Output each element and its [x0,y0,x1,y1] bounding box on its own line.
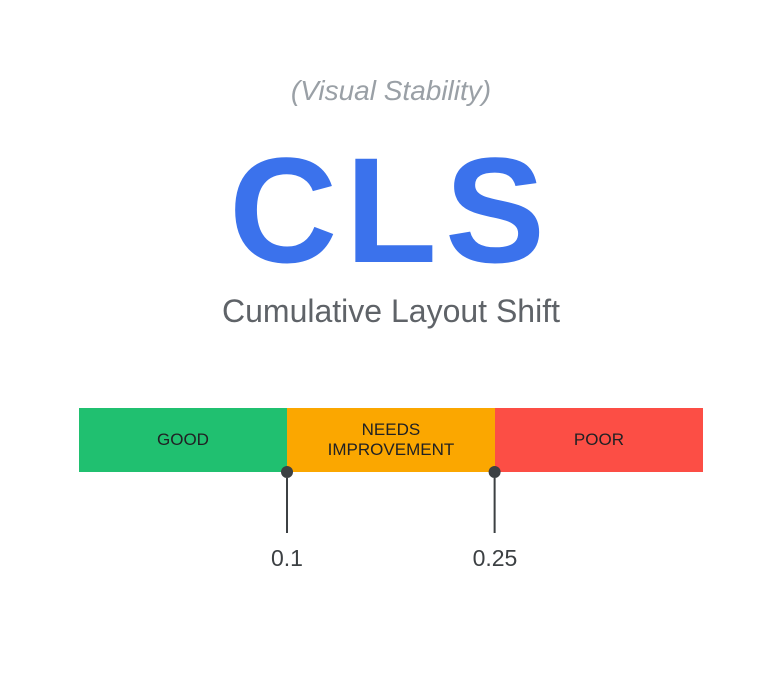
segment-needs-improvement: NEEDS IMPROVEMENT [287,408,495,472]
marker-dot-icon [281,466,293,478]
threshold-value-1: 0.1 [271,545,303,572]
threshold-marker-2: 0.25 [473,466,518,572]
metric-full-name: Cumulative Layout Shift [222,293,560,330]
threshold-scale: GOOD NEEDS IMPROVEMENT POOR 0.1 0.25 [79,408,703,562]
marker-line-icon [494,478,496,533]
marker-dot-icon [489,466,501,478]
segment-good: GOOD [79,408,287,472]
metric-category: (Visual Stability) [291,75,491,107]
metric-abbreviation: CLS [229,135,553,285]
segment-poor: POOR [495,408,703,472]
scale-bar: GOOD NEEDS IMPROVEMENT POOR [79,408,703,472]
marker-line-icon [286,478,288,533]
threshold-value-2: 0.25 [473,545,518,572]
threshold-markers: 0.1 0.25 [79,472,703,562]
threshold-marker-1: 0.1 [271,466,303,572]
